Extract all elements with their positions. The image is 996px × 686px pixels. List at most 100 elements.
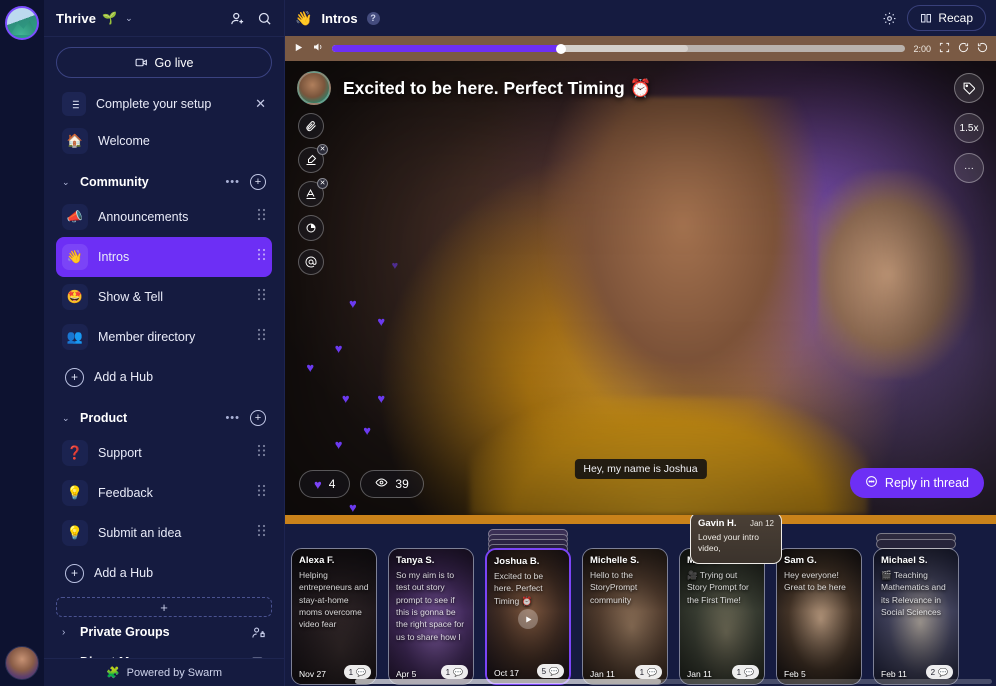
add-person-icon[interactable] <box>230 11 245 26</box>
more-dots-icon[interactable]: ••• <box>225 412 240 424</box>
add-section-button[interactable]: + <box>56 597 272 617</box>
card-michelle[interactable]: Michelle S. Hello to the StoryPrompt com… <box>582 548 668 685</box>
drag-handle-icon[interactable] <box>257 524 266 542</box>
mention-icon[interactable] <box>298 249 324 275</box>
go-live-button[interactable]: Go live <box>56 47 272 78</box>
card-marc[interactable]: Marc J. 🎥 Trying out Story Prompt for th… <box>679 548 765 685</box>
card-author: Alexa F. <box>299 555 335 566</box>
card-alexa[interactable]: Alexa F. Helping entrepreneurs and stay-… <box>291 548 377 685</box>
plus-circle-icon[interactable]: + <box>250 174 266 190</box>
sidebar-item-feedback[interactable]: 💡 Feedback <box>56 473 272 513</box>
tag-icon[interactable] <box>954 73 984 103</box>
video-caption: Hey, my name is Joshua <box>574 459 707 479</box>
user-avatar[interactable] <box>5 646 39 680</box>
sidebar-group-product[interactable]: ⌄ Product ••• + <box>56 403 272 433</box>
video-stage[interactable]: Excited to be here. Perfect Timing ⏰ ✕ ✕ <box>285 61 996 515</box>
card-reply-count: 2 💬 <box>925 665 953 679</box>
main-panel: 👋 Intros ? Recap 2:00 Excited to be here… <box>285 0 996 686</box>
card-date: Feb 5 <box>784 669 806 679</box>
chevron-down-icon[interactable]: ⌄ <box>125 13 133 24</box>
play-icon[interactable] <box>293 40 304 58</box>
workspace-logo[interactable] <box>5 6 39 40</box>
sidebar-item-private-groups[interactable]: › Private Groups <box>56 617 272 647</box>
scrollbar-thumb[interactable] <box>355 679 661 684</box>
playback-speed-button[interactable]: 1.5x <box>954 113 984 143</box>
help-icon[interactable]: ? <box>366 11 380 25</box>
sidebar-item-submit-an-idea[interactable]: 💡 Submit an idea <box>56 513 272 553</box>
remove-tool-icon[interactable]: ✕ <box>317 178 328 189</box>
search-icon[interactable] <box>257 11 272 26</box>
poll-icon[interactable] <box>298 215 324 241</box>
like-button[interactable]: ♥ 4 <box>299 470 351 498</box>
chevron-down-icon: ⌄ <box>62 412 70 423</box>
attachment-icon[interactable] <box>298 113 324 139</box>
view-count-badge[interactable]: 39 <box>360 470 424 498</box>
gear-icon[interactable] <box>882 11 897 26</box>
chat-bubble-icon: 💬 <box>453 667 463 677</box>
reply-in-thread-button[interactable]: Reply in thread <box>849 468 984 498</box>
channel-header: 👋 Intros ? Recap <box>285 0 996 36</box>
sidebar-item-support[interactable]: ❓ Support <box>56 433 272 473</box>
recap-button[interactable]: Recap <box>907 5 986 31</box>
drag-handle-icon[interactable] <box>257 444 266 462</box>
remove-tool-icon[interactable]: ✕ <box>317 144 328 155</box>
drag-handle-icon[interactable] <box>257 248 266 266</box>
sidebar-item-label: Show & Tell <box>98 290 164 304</box>
add-a-hub-community[interactable]: + Add a Hub <box>56 357 272 397</box>
sidebar-item-welcome[interactable]: 🏠 Welcome <box>56 121 272 161</box>
card-description: Helping entrepreneurs and stay-at-home m… <box>299 570 369 630</box>
carousel-item[interactable]: Alexa F. Helping entrepreneurs and stay-… <box>291 529 377 685</box>
drag-handle-icon[interactable] <box>257 328 266 346</box>
carousel-item[interactable]: Michelle S. Hello to the StoryPrompt com… <box>582 529 668 685</box>
card-sam[interactable]: Sam G. Hey everyone! Great to be here Fe… <box>776 548 862 685</box>
carousel-item[interactable]: Sam G. Hey everyone! Great to be here Fe… <box>776 529 862 685</box>
sidebar-item-intros[interactable]: 👋 Intros <box>56 237 272 277</box>
forward-15-icon[interactable] <box>958 40 969 58</box>
drag-handle-icon[interactable] <box>257 288 266 306</box>
question-mark-icon: ❓ <box>62 440 88 466</box>
sidebar-item-label: Welcome <box>98 134 150 148</box>
more-options-icon[interactable]: ··· <box>954 153 984 183</box>
card-tanya[interactable]: Tanya S. So my aim is to test out story … <box>388 548 474 685</box>
chat-bubble-icon: 💬 <box>744 667 754 677</box>
complete-setup-item[interactable]: Complete your setup ✕ <box>56 87 272 121</box>
card-michael[interactable]: Michael S. 🎬 Teaching Mathematics and it… <box>873 548 959 685</box>
add-a-hub-product[interactable]: + Add a Hub <box>56 553 272 593</box>
drag-handle-icon[interactable] <box>257 208 266 226</box>
progress-knob[interactable] <box>556 43 567 54</box>
add-hub-label: Add a Hub <box>94 370 154 384</box>
text-tool-icon[interactable]: ✕ <box>298 178 328 207</box>
carousel-item[interactable]: Tanya S. So my aim is to test out story … <box>388 529 474 685</box>
card-description: Hello to the StoryPrompt community <box>590 570 638 605</box>
close-icon[interactable]: ✕ <box>255 96 266 112</box>
sidebar-item-direct-messages[interactable]: › Direct Messages <box>56 647 272 658</box>
more-dots-icon[interactable]: ••• <box>225 176 240 188</box>
sidebar-group-community[interactable]: ⌄ Community ••• + <box>56 167 272 197</box>
sidebar-item-member-directory[interactable]: 👥 Member directory <box>56 317 272 357</box>
play-icon[interactable] <box>518 609 538 630</box>
avatar[interactable] <box>297 71 331 105</box>
sidebar-item-announcements[interactable]: 📣 Announcements <box>56 197 272 237</box>
card-description: 🎥 Trying out Story Prompt for the First … <box>687 570 749 605</box>
hover-preview-card[interactable]: Gavin H. Jan 12 Loved your intro video, <box>690 515 782 564</box>
card-description: Excited to be here. Perfect Timing ⏰ <box>494 571 544 606</box>
carousel-item[interactable]: Michael S. 🎬 Teaching Mathematics and it… <box>873 529 959 685</box>
card-joshua[interactable]: Joshua B. Excited to be here. Perfect Ti… <box>485 548 571 685</box>
drag-handle-icon[interactable] <box>257 484 266 502</box>
video-carousel[interactable]: Alexa F. Helping entrepreneurs and stay-… <box>285 515 996 686</box>
carousel-scrollbar[interactable] <box>355 679 992 684</box>
carousel-item-selected[interactable]: Joshua B. Excited to be here. Perfect Ti… <box>485 529 571 685</box>
checklist-icon <box>62 92 86 116</box>
volume-icon[interactable] <box>312 40 324 58</box>
highlighter-icon[interactable]: ✕ <box>298 144 328 173</box>
plus-circle-icon[interactable]: + <box>250 410 266 426</box>
progress-slider[interactable] <box>332 43 906 54</box>
chat-bubble-icon: 💬 <box>938 667 948 677</box>
card-date: Nov 27 <box>299 669 326 679</box>
fullscreen-icon[interactable] <box>939 40 950 58</box>
card-description: Hey everyone! Great to be here <box>784 570 846 593</box>
card-count-value: 5 <box>541 666 547 676</box>
people-lock-icon[interactable] <box>251 625 266 640</box>
replay-icon[interactable] <box>977 40 988 58</box>
sidebar-item-show-and-tell[interactable]: 🤩 Show & Tell <box>56 277 272 317</box>
